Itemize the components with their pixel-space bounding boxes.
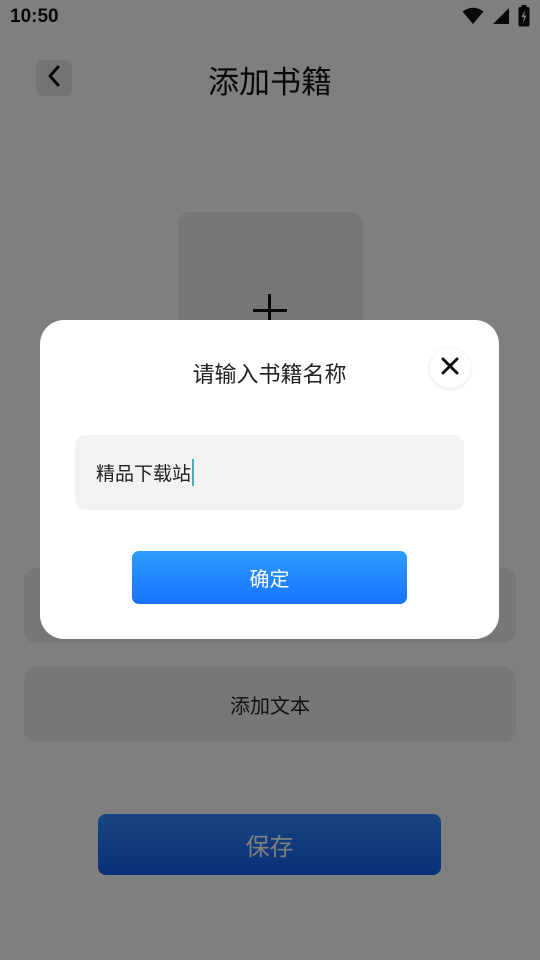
confirm-label: 确定 [249,567,290,591]
confirm-button[interactable]: 确定 [132,551,407,604]
book-name-input[interactable]: 精品下载站 [75,435,464,510]
add-book-screen: 10:50 添加书籍 [0,0,540,960]
close-icon [441,357,459,379]
book-name-input-value: 精品下载站 [96,463,192,485]
book-name-dialog: 请输入书籍名称 精品下载站 确定 [40,320,499,639]
close-button[interactable] [430,348,470,388]
text-caret [192,459,195,486]
